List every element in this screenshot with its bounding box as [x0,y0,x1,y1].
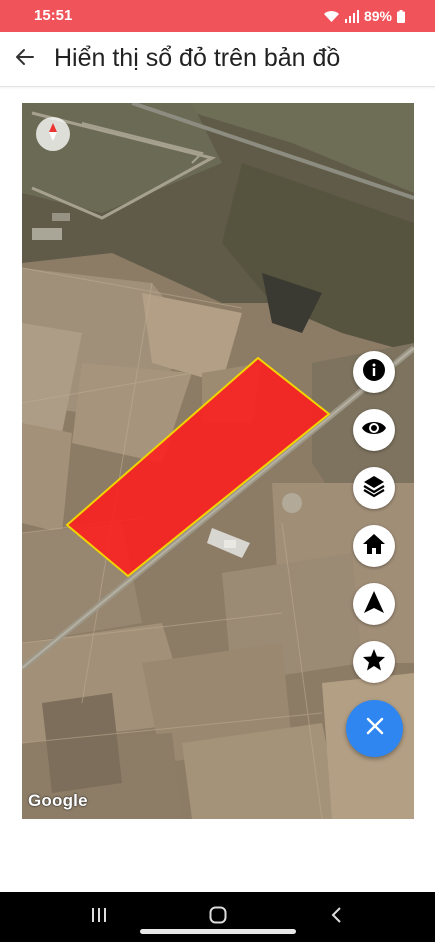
map-view[interactable]: Google [22,103,414,819]
info-icon [362,358,386,387]
compass-icon [46,122,60,147]
back-chevron-icon [331,906,343,928]
info-button[interactable] [353,351,395,393]
status-icons: 89% [323,6,405,26]
page-title: Hiển thị sổ đỏ trên bản đồ [54,44,341,72]
close-fab-button[interactable] [346,700,403,757]
eye-icon [361,419,387,442]
home-button[interactable] [353,525,395,567]
home-circle-icon [209,906,227,929]
layers-icon [362,474,386,503]
back-nav-button[interactable] [322,904,352,930]
system-nav-bar [0,892,435,942]
favorite-button[interactable] [353,641,395,683]
arrow-left-icon [15,48,35,71]
status-bar: 15:51 89% [0,0,435,32]
back-button[interactable] [10,44,40,74]
wifi-icon [323,9,340,23]
gesture-pill [140,929,296,934]
navigation-button[interactable] [353,583,395,625]
google-attribution: Google [28,791,88,810]
close-icon [365,716,385,741]
navigation-icon [363,590,385,619]
visibility-button[interactable] [353,409,395,451]
status-time: 15:51 [34,7,73,24]
recent-apps-button[interactable] [84,904,114,930]
home-nav-button[interactable] [203,904,233,930]
recent-apps-icon [91,907,107,928]
signal-icon [344,9,359,23]
battery-text: 89% [363,8,392,24]
star-icon [362,648,386,676]
compass-button[interactable] [36,117,70,151]
home-icon [362,533,386,560]
app-bar: Hiển thị sổ đỏ trên bản đồ [0,32,435,87]
layers-button[interactable] [353,467,395,509]
battery-icon [397,9,405,23]
